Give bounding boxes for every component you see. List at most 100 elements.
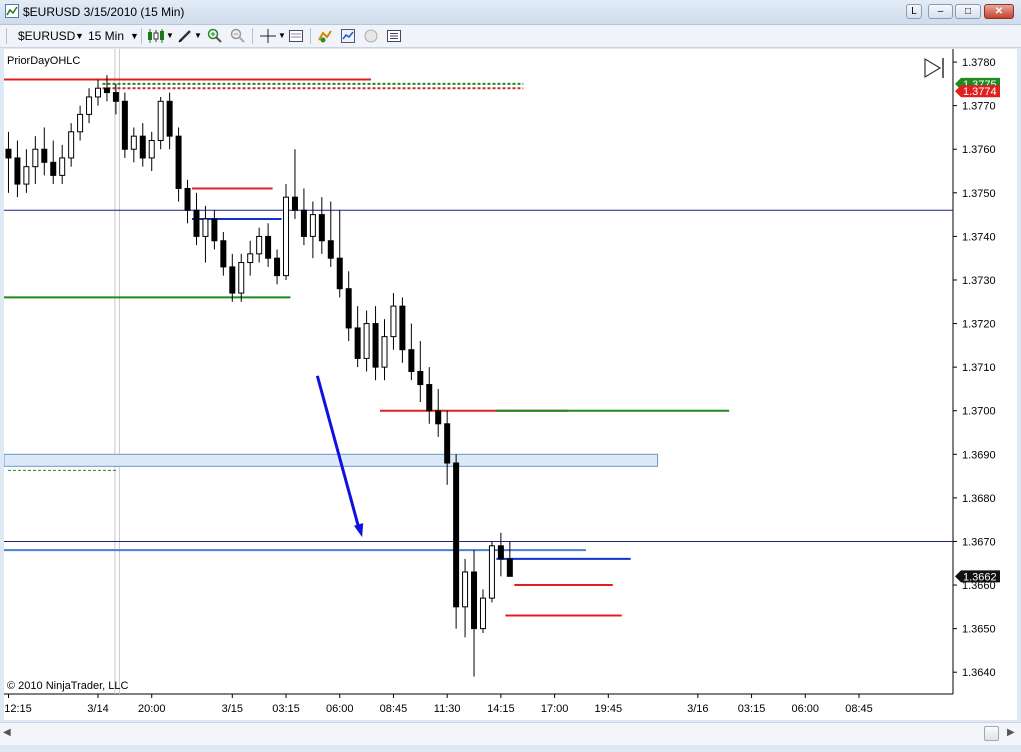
properties-icon[interactable] <box>386 28 402 44</box>
x-tick-label: 17:00 <box>541 703 569 715</box>
candle-body <box>506 558 513 577</box>
y-tick-label: 1.3670 <box>962 536 996 548</box>
y-tick-label: 1.3640 <box>962 667 996 679</box>
chart-panel[interactable]: 1.3640 1.3650 1.3660 1.3670 1.3680 1.3690 1.37… <box>4 49 1017 720</box>
price-marker: 1.3774 <box>955 85 1000 98</box>
candle-body <box>14 157 21 185</box>
annotation-arrow <box>315 375 361 530</box>
x-tick-label: 06:00 <box>326 703 354 715</box>
strategy-icon[interactable] <box>317 28 333 44</box>
candle-body <box>95 87 102 98</box>
link-button[interactable]: L <box>906 4 922 19</box>
y-tick-label: 1.3750 <box>962 188 996 200</box>
candle-body <box>32 148 39 168</box>
y-tick-label: 1.3710 <box>962 362 996 374</box>
interval-selector[interactable]: 15 Min <box>88 28 124 44</box>
scroll-left-icon[interactable]: ◀ <box>3 727 11 738</box>
y-tick-label: 1.3780 <box>962 57 996 69</box>
alert-icon[interactable] <box>363 28 379 44</box>
toolbar-separator <box>141 28 142 44</box>
candle-body <box>283 196 290 277</box>
candle-body <box>336 257 343 290</box>
x-tick-label: 3/16 <box>687 703 708 715</box>
candle-body <box>497 545 504 560</box>
candle-body <box>274 257 281 277</box>
candle-body <box>444 423 451 464</box>
chevron-down-icon[interactable]: ▼ <box>194 28 202 44</box>
zoom-in-icon[interactable] <box>207 28 223 44</box>
x-tick-label: 14:15 <box>487 703 515 715</box>
candle-body <box>5 148 12 159</box>
horizontal-scrollbar[interactable]: ◀ ▶ <box>0 722 1021 745</box>
candle-body <box>103 87 110 94</box>
candle-body <box>435 410 442 425</box>
chevron-down-icon[interactable]: ▼ <box>166 28 174 44</box>
scroll-thumb[interactable] <box>984 726 999 741</box>
close-button[interactable]: ✕ <box>984 4 1014 19</box>
candle-body <box>130 135 137 150</box>
candle-body <box>381 336 388 368</box>
go-to-end-icon[interactable] <box>924 57 942 79</box>
y-tick-label: 1.3700 <box>962 406 996 418</box>
x-tick-label: 03:15 <box>272 703 300 715</box>
crosshair-icon[interactable] <box>258 28 278 44</box>
scroll-right-icon[interactable]: ▶ <box>1007 727 1015 738</box>
indicator-label: PriorDayOHLC <box>7 55 80 67</box>
candle-body <box>318 214 325 242</box>
data-box-icon[interactable] <box>288 28 304 44</box>
chevron-down-icon[interactable]: ▼ <box>75 28 84 44</box>
candle-body <box>247 253 254 264</box>
candle-body <box>229 266 236 294</box>
zoom-out-icon[interactable] <box>230 28 246 44</box>
candle-body <box>372 323 379 368</box>
candle-body <box>41 148 48 163</box>
y-tick-label: 1.3680 <box>962 493 996 505</box>
candle-body <box>256 235 263 255</box>
candle-body <box>68 131 75 159</box>
candle-body <box>139 135 146 159</box>
pencil-draw-icon[interactable] <box>177 28 193 44</box>
x-tick-label: 3/14 <box>87 703 108 715</box>
x-tick-label: 06:00 <box>792 703 820 715</box>
toolbar-separator <box>310 28 311 44</box>
chevron-down-icon[interactable]: ▼ <box>130 28 139 44</box>
copyright-label: © 2010 NinjaTrader, LLC <box>7 680 128 692</box>
candle-body <box>157 100 164 142</box>
candle-body <box>77 113 84 133</box>
candle-body <box>390 305 397 338</box>
instrument-selector[interactable]: $EURUSD <box>18 28 75 44</box>
candle-body <box>453 462 460 608</box>
x-tick-label: 08:45 <box>380 703 408 715</box>
price-marker: 1.3662 <box>955 570 1000 583</box>
y-tick-label: 1.3740 <box>962 231 996 243</box>
candle-body <box>363 323 370 359</box>
candle-body <box>175 135 182 189</box>
maximize-button[interactable]: □ <box>955 4 981 19</box>
toolbar-separator <box>252 28 253 44</box>
x-tick-label: 08:45 <box>845 703 873 715</box>
chart-toolbar: $EURUSD ▼ 15 Min ▼ ▼ ▼ ▼ <box>0 25 1021 48</box>
x-tick-label: 11:30 <box>434 703 461 715</box>
y-tick-label: 1.3770 <box>962 101 996 113</box>
price-chart[interactable]: 1.36401.36501.36601.36701.36801.36901.37… <box>4 49 1017 720</box>
window-title: $EURUSD 3/15/2010 (15 Min) <box>23 5 185 19</box>
candle-body <box>291 196 298 211</box>
candle-body <box>121 100 128 150</box>
y-tick-label: 1.3650 <box>962 624 996 636</box>
title-bar: $EURUSD 3/15/2010 (15 Min) L – □ ✕ <box>0 0 1021 25</box>
x-tick-label: 19:45 <box>595 703 623 715</box>
candle-body <box>59 157 66 176</box>
candle-body <box>399 305 406 351</box>
minimize-button[interactable]: – <box>928 4 953 19</box>
candle-body <box>238 262 245 294</box>
chevron-down-icon[interactable]: ▼ <box>278 28 286 44</box>
candle-body <box>112 92 119 102</box>
x-tick-label: 03:15 <box>738 703 766 715</box>
candle-body <box>193 209 200 237</box>
candlestick-style-icon[interactable] <box>146 28 166 44</box>
candle-body <box>417 371 424 386</box>
candle-body <box>184 187 191 211</box>
indicator-icon[interactable] <box>340 28 356 44</box>
candle-body <box>220 240 227 268</box>
candle-body <box>166 100 173 137</box>
